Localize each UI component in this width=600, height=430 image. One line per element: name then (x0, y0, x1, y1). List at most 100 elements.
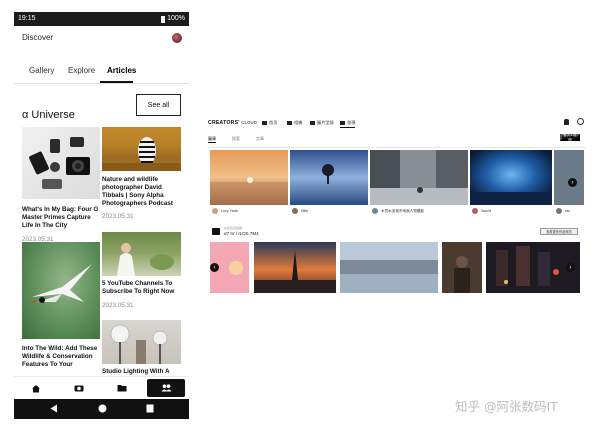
people-icon (161, 384, 171, 392)
nav-people[interactable] (147, 379, 185, 397)
recents-icon[interactable] (146, 404, 154, 413)
prev-arrow-icon[interactable]: ‹ (210, 263, 219, 272)
folder-icon (310, 121, 315, 125)
tab-explore[interactable]: Explore (68, 66, 95, 75)
article-title[interactable]: Into The Wild: Add These Wildlife & Cons… (22, 345, 102, 369)
camera-icon (74, 385, 84, 392)
tab-articles[interactable]: Articles (107, 66, 136, 75)
author-name: Sacrid (481, 209, 492, 213)
article-image-zebra[interactable] (102, 127, 181, 171)
next-arrow-icon[interactable]: › (566, 263, 575, 272)
studio-image (110, 324, 168, 364)
home-icon (262, 121, 267, 125)
active-tab-indicator (100, 81, 133, 83)
brand-logo[interactable]: CREATORS' CLOUD (208, 120, 257, 126)
home-button-icon[interactable] (98, 404, 107, 413)
photo-lone-tree (290, 150, 368, 205)
home-icon (32, 384, 40, 392)
desk-nav-home[interactable]: 首页 (262, 120, 277, 126)
battery-status: 100% (161, 12, 185, 26)
featured-photo-night-sky[interactable] (470, 150, 552, 205)
featured-photo-sunset-lake[interactable] (210, 150, 288, 205)
nav-label: 圖片型錄 (317, 120, 334, 125)
tab-gallery[interactable]: Gallery (29, 66, 54, 75)
photo-partial (554, 150, 584, 205)
article-date: 2023.05.31 (102, 213, 134, 220)
nav-camera[interactable] (60, 379, 98, 397)
back-icon[interactable] (50, 404, 58, 413)
user-icon[interactable] (577, 118, 584, 125)
desk-subtabs: 圖庫 探索 文章 (208, 136, 264, 143)
header-actions (564, 118, 584, 125)
status-bar: 19:15 100% (14, 12, 189, 26)
photo-eiffel-sunset (254, 242, 336, 293)
zebra-image (102, 137, 181, 171)
bell-icon[interactable] (564, 118, 569, 125)
desktop-header: CREATORS' CLOUD 首页 相機 圖片型錄 發現 (204, 114, 590, 134)
avatar (212, 208, 218, 214)
desk-nav-catalog[interactable]: 圖片型錄 (310, 120, 334, 126)
brand-sub: CLOUD (241, 120, 257, 125)
author-chip[interactable]: Nifie (292, 207, 308, 215)
page-title: Discover (22, 33, 54, 42)
article-title[interactable]: Studio Lighting With A (102, 368, 184, 376)
nav-label: 相機 (294, 120, 303, 125)
nav-home[interactable] (17, 379, 55, 397)
tern-bird-image (30, 264, 92, 303)
battery-level: 100% (167, 15, 185, 22)
author-name: 木質水泥城市地面人物攝影 (381, 208, 425, 213)
photo-sunset-lake (210, 150, 288, 205)
nav-label: 首页 (269, 120, 278, 125)
gear-flatlay-image (29, 137, 90, 189)
article-image-portrait[interactable] (102, 232, 181, 276)
article-title[interactable]: What's In My Bag: Four G Master Primes C… (22, 206, 102, 230)
brand-name: CREATORS' (208, 120, 240, 126)
article-image-bird[interactable] (22, 242, 100, 339)
article-title[interactable]: 5 YouTube Channels To Subscribe To Right… (102, 280, 184, 296)
camera-photo-person[interactable] (442, 242, 482, 293)
avatar (556, 208, 562, 214)
see-all-button[interactable]: See all (136, 94, 181, 116)
article-title[interactable]: Nature and wildlife photographer David T… (102, 176, 184, 208)
camera-photo-canal[interactable] (340, 242, 438, 293)
login-button[interactable]: 登入 / 註冊 (560, 133, 580, 142)
avatar (472, 208, 478, 214)
nav-folder[interactable] (103, 379, 141, 397)
avatar (372, 208, 378, 214)
author-chip[interactable]: Sacrid (472, 207, 491, 215)
subtab-gallery[interactable]: 圖庫 (208, 136, 216, 143)
featured-photo-lone-tree[interactable] (290, 150, 368, 205)
featured-photo-partial[interactable] (554, 150, 584, 205)
watermark: 知乎 @阿张数码IT (455, 399, 558, 414)
author-name: ran (565, 209, 571, 213)
photo-blue-night (470, 150, 552, 205)
subtab-articles[interactable]: 文章 (256, 136, 264, 143)
author-chip[interactable]: ran (556, 207, 570, 215)
avatar (292, 208, 298, 214)
article-image-gear[interactable] (22, 127, 100, 199)
article-image-studio[interactable] (102, 320, 181, 364)
subtab-explore[interactable]: 探索 (232, 136, 240, 143)
camera-photo-eiffel[interactable] (254, 242, 336, 293)
featured-photo-street[interactable] (370, 150, 468, 205)
view-more-button[interactable]: 查看更多作品資訊 (540, 228, 578, 235)
profile-avatar[interactable] (172, 33, 182, 43)
app-bottom-nav (14, 376, 189, 398)
section-title: α Universe (22, 109, 75, 121)
people-icon (340, 121, 345, 125)
photo-street-scene (370, 150, 468, 205)
header-divider (208, 147, 586, 148)
desk-nav-camera[interactable]: 相機 (287, 120, 302, 126)
next-arrow-icon[interactable]: › (568, 178, 577, 187)
author-chip[interactable]: Lucy Yada (212, 207, 238, 215)
photo-dark-portrait (442, 242, 482, 293)
author-chip[interactable]: 木質水泥城市地面人物攝影 (372, 207, 424, 215)
author-name: Lucy Yada (221, 209, 238, 213)
desk-nav-discover[interactable]: 發現 (340, 120, 356, 128)
camera-model[interactable]: α7 IV / ILCE-7M4 (224, 231, 259, 236)
photo-city-canal (340, 242, 438, 293)
discover-tabs: Gallery Explore Articles (14, 62, 189, 84)
camera-icon (212, 228, 220, 235)
article-date: 2023.05.31 (102, 302, 134, 309)
author-name: Nifie (301, 209, 309, 213)
